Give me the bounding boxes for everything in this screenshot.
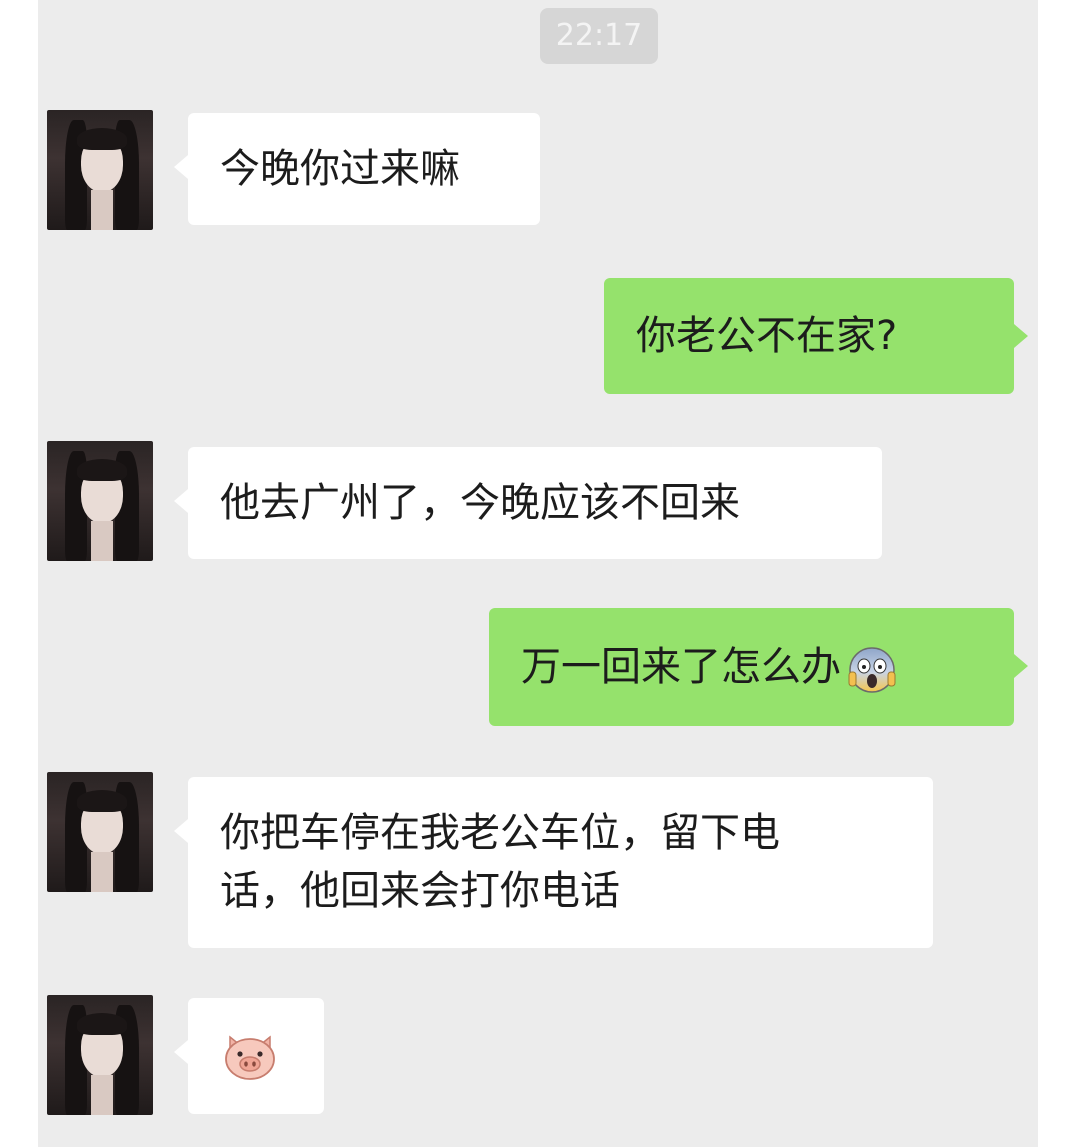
incoming-message-bubble[interactable]: 他去广州了，今晚应该不回来	[174, 447, 882, 559]
pig-face-icon	[225, 1035, 275, 1080]
message-text-line: 话，他回来会打你电话	[220, 868, 620, 914]
message-text: 他去广州了，今晚应该不回来	[220, 480, 740, 526]
message-timestamp: 22:17	[540, 8, 658, 64]
incoming-message-bubble[interactable]: 今晚你过来嘛	[174, 113, 540, 225]
message-text: 你老公不在家?	[636, 313, 898, 359]
incoming-message-bubble[interactable]	[174, 998, 324, 1114]
message-text: 今晚你过来嘛	[220, 146, 460, 192]
contact-avatar[interactable]	[47, 995, 153, 1115]
incoming-message-bubble[interactable]: 你把车停在我老公车位，留下电 话，他回来会打你电话	[174, 777, 933, 948]
contact-avatar[interactable]	[47, 441, 153, 561]
message-text-line: 你把车停在我老公车位，留下电	[220, 810, 780, 856]
outgoing-message-bubble[interactable]: 你老公不在家?	[604, 278, 1028, 394]
outgoing-message-bubble[interactable]: 万一回来了怎么办	[489, 608, 1028, 726]
message-text: 万一回来了怎么办	[521, 644, 841, 690]
face-screaming-in-fear-icon	[848, 647, 896, 693]
contact-avatar[interactable]	[47, 772, 153, 892]
screenshot-canvas: 22:17 今晚你过来嘛 你老公不在家? 他去广州了，今晚应该不回来 万一回来了…	[0, 0, 1080, 1147]
contact-avatar[interactable]	[47, 110, 153, 230]
